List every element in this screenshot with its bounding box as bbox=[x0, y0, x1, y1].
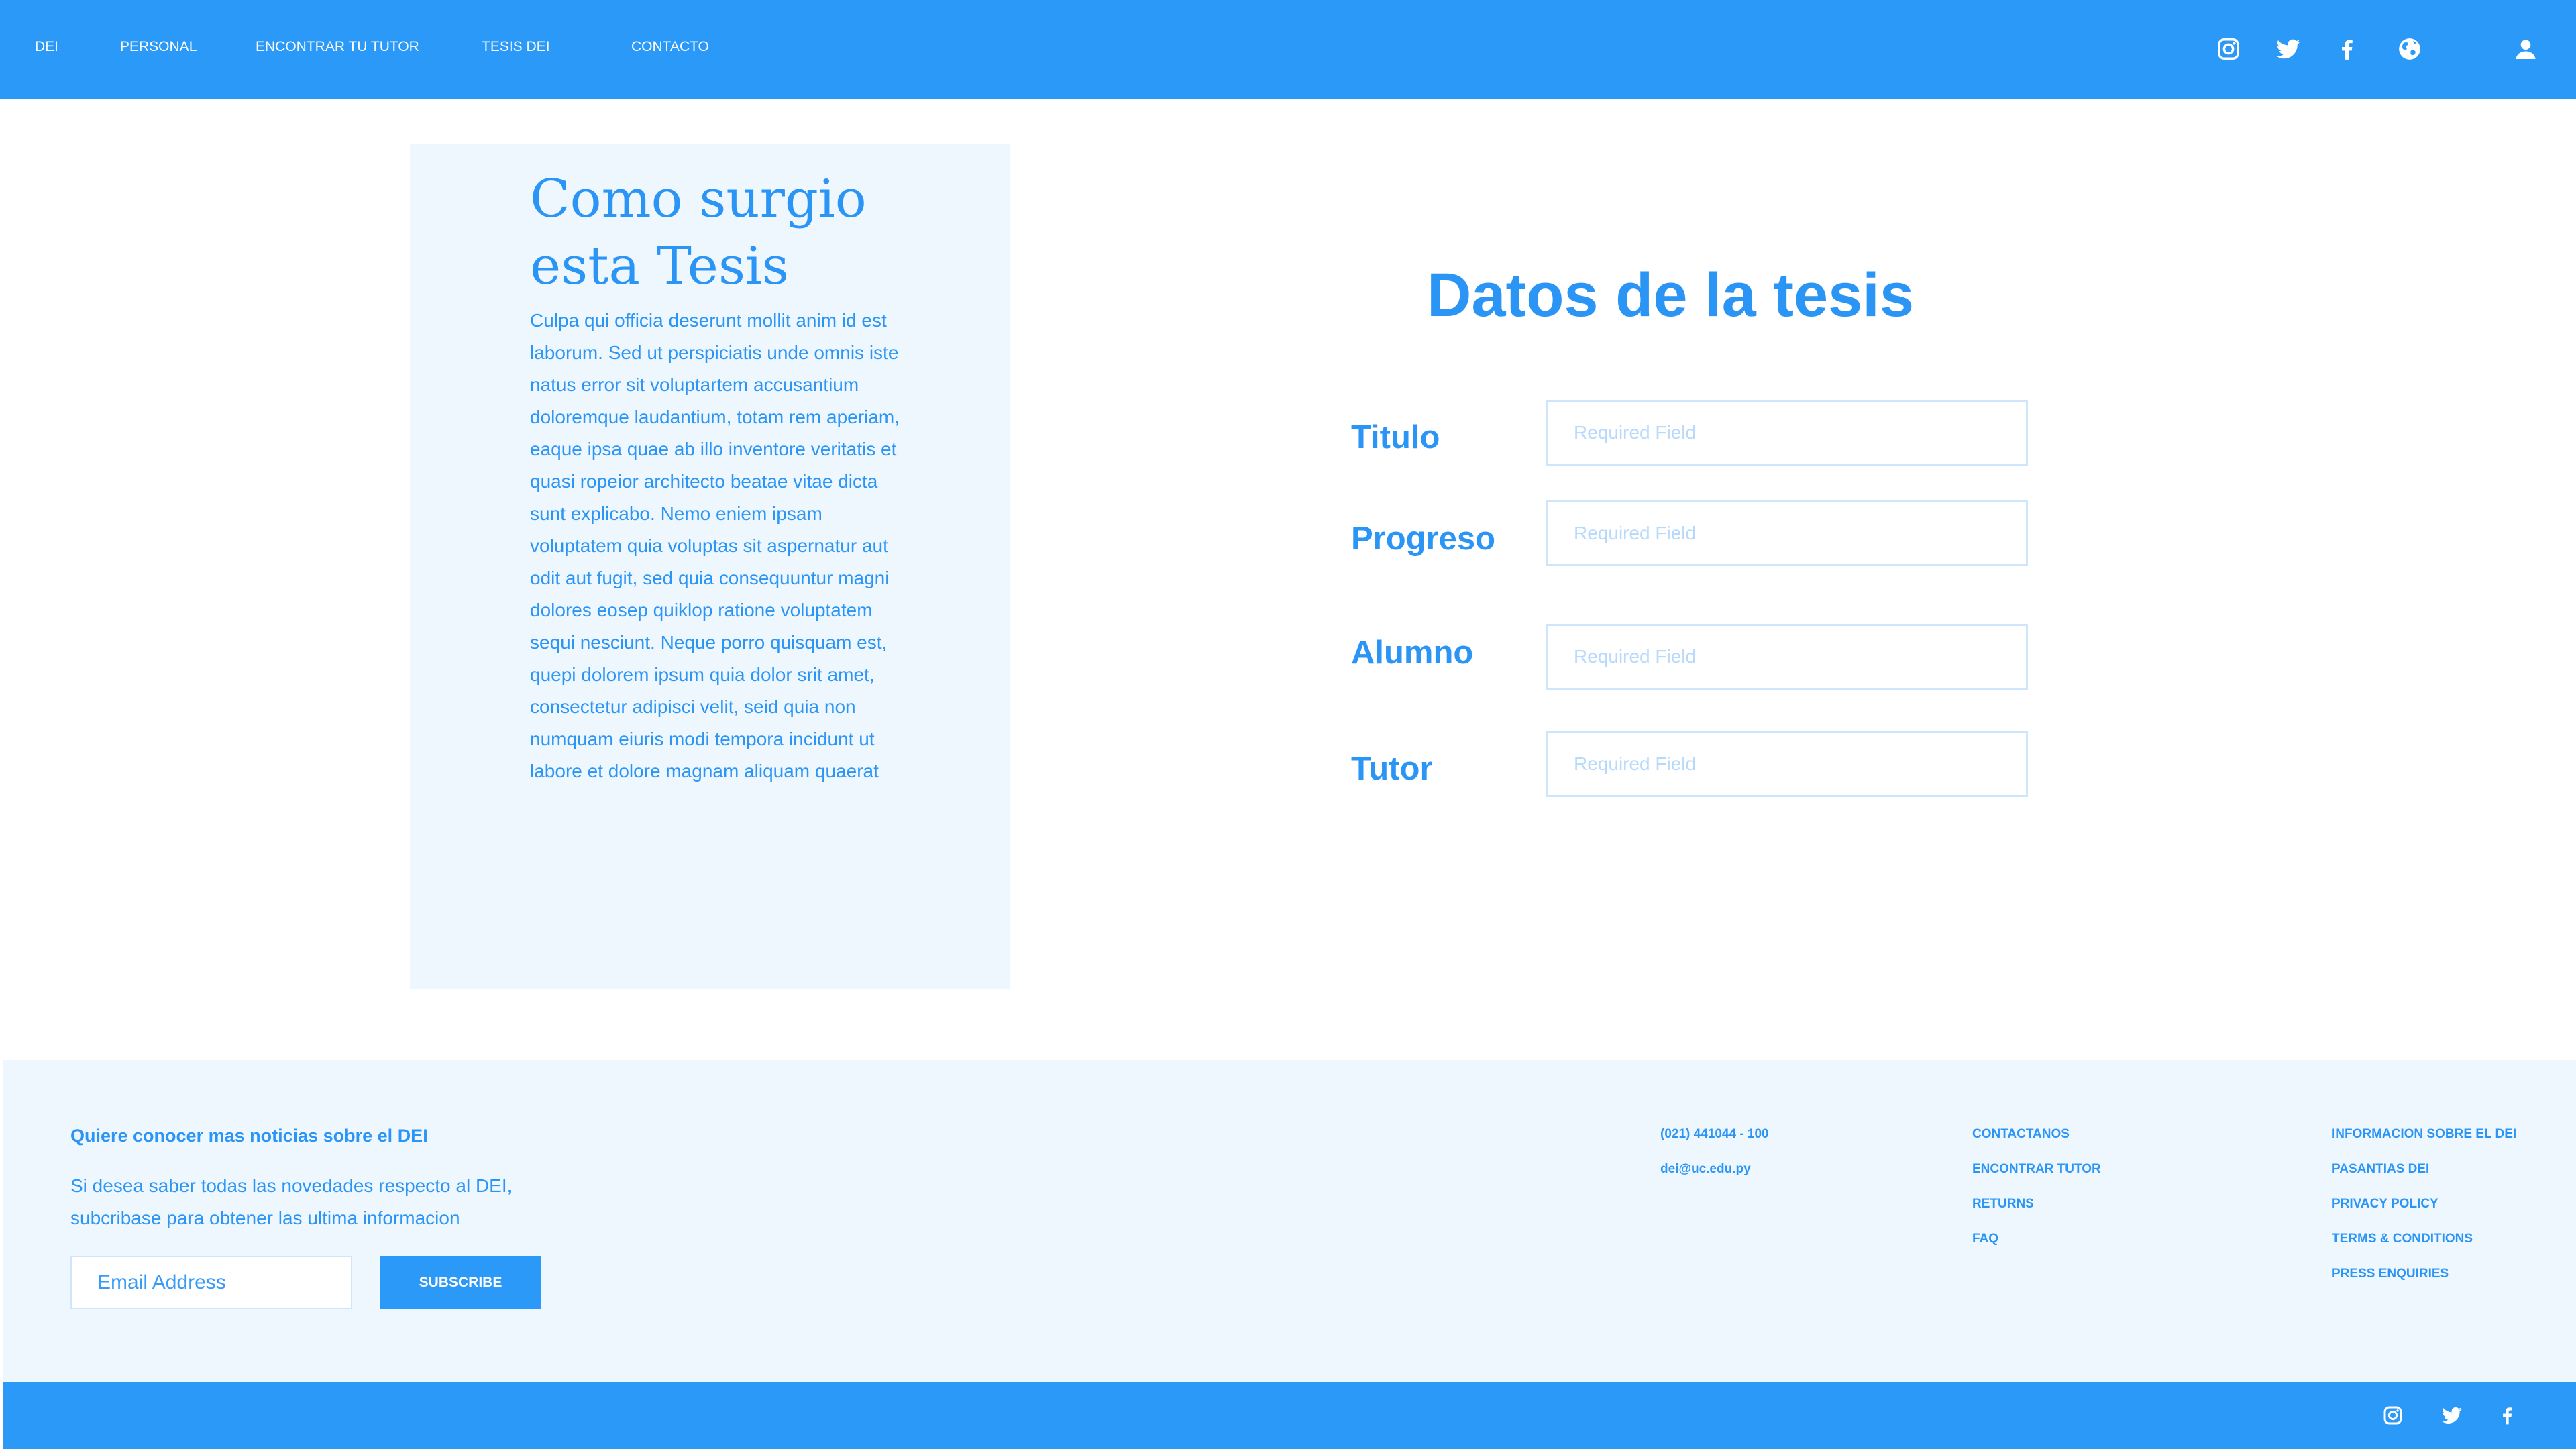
footer-email[interactable]: dei@uc.edu.py bbox=[1660, 1162, 1751, 1177]
tutor-label: Tutor bbox=[1351, 751, 1433, 787]
form-title: Datos de la tesis bbox=[1426, 261, 1915, 329]
subscribe-button[interactable]: SUBSCRIBE bbox=[380, 1256, 541, 1309]
footer-link-terms[interactable]: TERMS & CONDITIONS bbox=[2332, 1232, 2473, 1246]
newsletter-text: Si desea saber todas las novedades respe… bbox=[70, 1175, 513, 1228]
nav-link-personal[interactable]: PERSONAL bbox=[120, 39, 197, 55]
instagram-icon[interactable] bbox=[2216, 36, 2241, 62]
twitter-icon[interactable] bbox=[2441, 1405, 2463, 1426]
titulo-input[interactable] bbox=[1546, 400, 2028, 466]
top-nav: DEI PERSONAL ENCONTRAR TU TUTOR TESIS DE… bbox=[0, 0, 2576, 99]
titulo-label: Titulo bbox=[1351, 419, 1440, 455]
progreso-label: Progreso bbox=[1351, 521, 1496, 557]
story-body: Culpa qui officia deserunt mollit anim i… bbox=[530, 310, 900, 782]
footer-link-encontrar-tutor[interactable]: ENCONTRAR TUTOR bbox=[1972, 1162, 2101, 1177]
user-icon[interactable] bbox=[2513, 36, 2538, 62]
footer-link-contactanos[interactable]: CONTACTANOS bbox=[1972, 1127, 2070, 1142]
footer-phone: (021) 441044 - 100 bbox=[1660, 1127, 1769, 1141]
alumno-label: Alumno bbox=[1351, 635, 1474, 671]
email-input[interactable] bbox=[70, 1256, 352, 1309]
newsletter-title: Quiere conocer mas noticias sobre el DEI bbox=[70, 1126, 428, 1146]
nav-link-encontrar-tutor[interactable]: ENCONTRAR TU TUTOR bbox=[256, 39, 419, 55]
bottom-bar bbox=[3, 1382, 2576, 1449]
tutor-input[interactable] bbox=[1546, 731, 2028, 797]
footer-link-returns[interactable]: RETURNS bbox=[1972, 1197, 2034, 1212]
story-panel: Como surgio esta Tesis Culpa qui officia… bbox=[410, 144, 1010, 989]
facebook-icon[interactable] bbox=[2334, 36, 2359, 62]
twitter-icon[interactable] bbox=[2275, 36, 2301, 62]
instagram-icon[interactable] bbox=[2382, 1405, 2404, 1426]
footer-link-faq[interactable]: FAQ bbox=[1972, 1232, 1998, 1246]
footer-link-informacion[interactable]: INFORMACION SOBRE EL DEI bbox=[2332, 1127, 2516, 1142]
nav-link-contacto[interactable]: CONTACTO bbox=[631, 39, 709, 55]
footer: Quiere conocer mas noticias sobre el DEI… bbox=[3, 1060, 2576, 1382]
footer-link-privacy[interactable]: PRIVACY POLICY bbox=[2332, 1197, 2438, 1212]
footer-link-pasantias[interactable]: PASANTIAS DEI bbox=[2332, 1162, 2429, 1177]
alumno-input[interactable] bbox=[1546, 624, 2028, 690]
globe-icon[interactable] bbox=[2397, 36, 2422, 62]
progreso-input[interactable] bbox=[1546, 500, 2028, 566]
facebook-icon[interactable] bbox=[2496, 1405, 2518, 1426]
nav-link-dei[interactable]: DEI bbox=[35, 39, 58, 55]
nav-link-tesis-dei[interactable]: TESIS DEI bbox=[482, 39, 550, 55]
footer-link-press[interactable]: PRESS ENQUIRIES bbox=[2332, 1267, 2449, 1281]
story-title: Como surgio esta Tesis bbox=[530, 169, 867, 297]
